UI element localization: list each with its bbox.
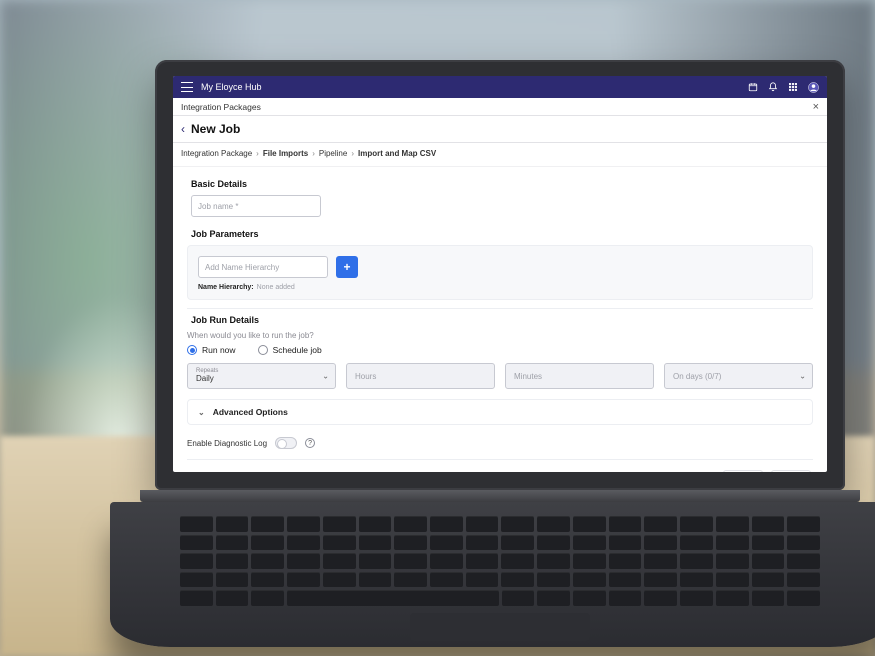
diagnostic-toggle[interactable] — [275, 437, 297, 449]
hours-placeholder: Hours — [355, 372, 486, 381]
hours-select[interactable]: Hours — [346, 363, 495, 389]
minutes-select[interactable]: Minutes — [505, 363, 654, 389]
repeats-select[interactable]: Repeats Daily ⌄ — [187, 363, 336, 389]
subheader: Integration Packages × — [173, 98, 827, 116]
bell-icon[interactable] — [767, 81, 779, 93]
page-title: New Job — [191, 122, 240, 136]
breadcrumb-item[interactable]: Integration Package — [181, 149, 252, 158]
breadcrumb: Integration Package › File Imports › Pip… — [173, 143, 827, 167]
subheader-title: Integration Packages — [181, 102, 261, 112]
add-button[interactable]: + — [336, 256, 358, 278]
section-title-basic: Basic Details — [191, 179, 813, 189]
job-name-input[interactable]: Job name * — [191, 195, 321, 217]
section-title-params: Job Parameters — [191, 229, 813, 239]
chevron-down-icon: ⌄ — [322, 372, 329, 381]
back-chevron-icon[interactable]: ‹ — [181, 122, 185, 136]
breadcrumb-item[interactable]: Pipeline — [319, 149, 347, 158]
section-title-run: Job Run Details — [191, 315, 813, 325]
app-window: My Eloyce Hub — [173, 76, 827, 472]
close-icon[interactable]: × — [813, 101, 819, 113]
calendar-icon[interactable] — [747, 81, 759, 93]
main-content: Basic Details Job name * Job Parameters … — [173, 167, 827, 472]
apps-grid-icon[interactable] — [787, 81, 799, 93]
radio-run-now-label: Run now — [202, 345, 236, 355]
minutes-placeholder: Minutes — [514, 372, 645, 381]
run-question: When would you like to run the job? — [187, 331, 813, 340]
add-name-hierarchy-input[interactable]: Add Name Hierarchy — [198, 256, 328, 278]
name-hierarchy-value: None added — [257, 284, 295, 291]
name-hierarchy-label: Name Hierarchy: — [198, 284, 254, 291]
page-title-row: ‹ New Job — [173, 116, 827, 143]
repeats-value: Daily — [196, 374, 327, 384]
radio-dot-icon — [187, 345, 197, 355]
add-name-hierarchy-placeholder: Add Name Hierarchy — [205, 263, 279, 272]
on-days-value: On days (0/7) — [673, 372, 804, 381]
job-name-placeholder: Job name * — [198, 202, 238, 211]
radio-schedule-label: Schedule job — [273, 345, 322, 355]
top-navbar: My Eloyce Hub — [173, 76, 827, 98]
footer-button[interactable] — [723, 470, 763, 472]
job-parameters-panel: Add Name Hierarchy + Name Hierarchy: Non… — [187, 245, 813, 300]
plus-icon: + — [343, 260, 350, 274]
help-icon[interactable]: ? — [305, 438, 315, 448]
breadcrumb-item[interactable]: Import and Map CSV — [358, 149, 436, 158]
app-title: My Eloyce Hub — [201, 82, 262, 92]
footer-button[interactable] — [771, 470, 811, 472]
chevron-down-icon: ⌄ — [799, 372, 806, 381]
breadcrumb-item[interactable]: File Imports — [263, 149, 308, 158]
hamburger-menu-icon[interactable] — [181, 82, 193, 92]
footer-actions — [187, 466, 813, 472]
radio-run-now[interactable]: Run now — [187, 345, 236, 355]
advanced-options-label: Advanced Options — [213, 407, 288, 417]
radio-schedule-job[interactable]: Schedule job — [258, 345, 322, 355]
chevron-down-icon: ⌄ — [198, 408, 205, 417]
on-days-select[interactable]: On days (0/7) ⌄ — [664, 363, 813, 389]
advanced-options-toggle[interactable]: ⌄ Advanced Options — [187, 399, 813, 425]
diagnostic-label: Enable Diagnostic Log — [187, 439, 267, 448]
avatar-icon[interactable] — [807, 81, 819, 93]
radio-dot-icon — [258, 345, 268, 355]
